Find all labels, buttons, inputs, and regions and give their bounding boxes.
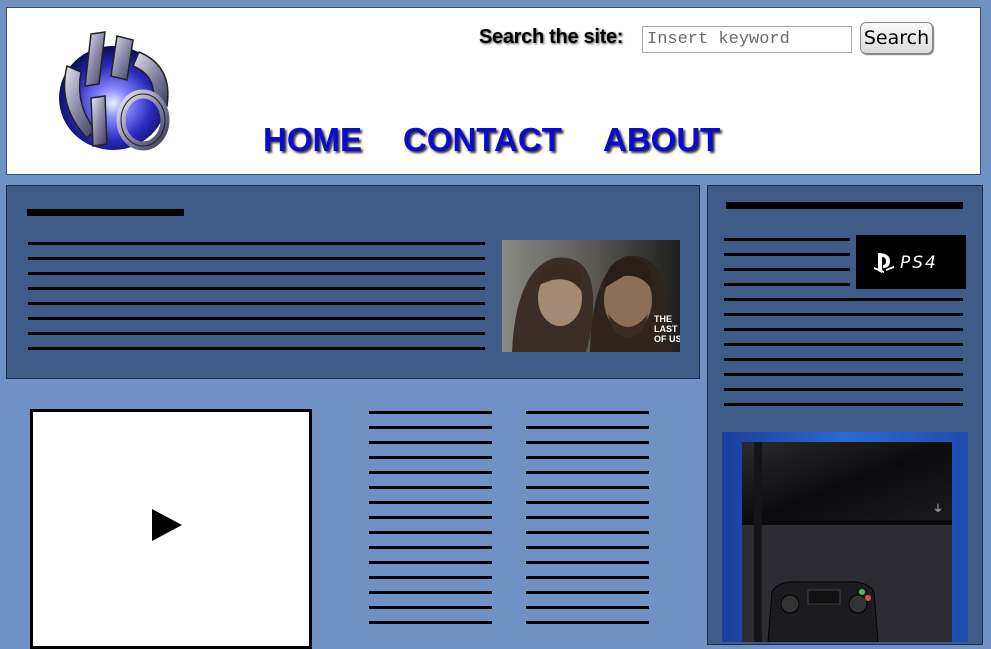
video-player[interactable] <box>30 409 312 649</box>
text-line <box>526 471 649 474</box>
text-line <box>724 358 963 361</box>
text-line <box>28 332 485 335</box>
text-line <box>526 561 649 564</box>
text-line <box>369 576 492 579</box>
tlou-title-1: THE <box>654 314 672 324</box>
text-line <box>724 298 963 301</box>
text-line <box>28 272 485 275</box>
text-line <box>369 546 492 549</box>
text-line <box>369 426 492 429</box>
featured-article-panel: THE LAST OF US <box>6 185 700 379</box>
text-line <box>724 238 850 241</box>
text-line <box>28 317 485 320</box>
text-line <box>724 268 850 271</box>
text-line <box>724 388 963 391</box>
text-line <box>369 606 492 609</box>
text-line <box>724 313 963 316</box>
ps-symbol: ⏚ <box>933 503 943 515</box>
text-line <box>526 501 649 504</box>
article-title-placeholder <box>27 209 184 216</box>
text-line <box>369 531 492 534</box>
text-line <box>526 441 649 444</box>
nav-home-link[interactable]: HOME <box>263 121 362 159</box>
text-line <box>28 257 485 260</box>
play-icon[interactable] <box>152 509 182 541</box>
text-line <box>369 441 492 444</box>
search-button[interactable]: Search <box>860 22 933 54</box>
text-line <box>526 621 649 624</box>
playstation-network-logo[interactable] <box>47 26 179 158</box>
text-line <box>369 501 492 504</box>
text-line <box>369 591 492 594</box>
text-line <box>369 621 492 624</box>
nav-contact-link[interactable]: CONTACT <box>403 121 562 159</box>
text-line <box>724 328 963 331</box>
text-line <box>724 403 963 406</box>
text-line <box>369 486 492 489</box>
text-line <box>526 486 649 489</box>
text-line <box>28 347 485 350</box>
text-line <box>28 242 485 245</box>
sidebar-title-placeholder <box>726 202 963 209</box>
text-line <box>526 516 649 519</box>
text-line <box>724 343 963 346</box>
search-input[interactable] <box>642 26 852 53</box>
sidebar-panel: PS4 ⏚ <box>707 185 983 645</box>
text-line <box>724 253 850 256</box>
the-last-of-us-image[interactable]: THE LAST OF US <box>502 240 680 352</box>
text-line <box>526 531 649 534</box>
text-line <box>526 591 649 594</box>
text-line <box>526 426 649 429</box>
search-label: Search the site: <box>479 26 624 48</box>
nav-about-link[interactable]: ABOUT <box>603 121 720 159</box>
ps4-logo-text: PS4 <box>900 253 938 273</box>
tlou-title-3: OF US <box>654 334 680 344</box>
ps4-logo-icon: PS4 <box>874 253 938 273</box>
text-line <box>369 456 492 459</box>
text-line <box>526 606 649 609</box>
text-line <box>28 302 485 305</box>
text-line <box>526 411 649 414</box>
ps4-console-image[interactable]: ⏚ <box>722 432 968 642</box>
text-line <box>526 576 649 579</box>
text-line <box>28 287 485 290</box>
text-line <box>369 516 492 519</box>
text-line <box>724 283 850 286</box>
text-line <box>724 373 963 376</box>
tlou-title-2: LAST <box>654 324 678 334</box>
site-header: Search the site: Search HOME CONTACT ABO… <box>6 7 981 175</box>
text-line <box>526 546 649 549</box>
text-line <box>526 456 649 459</box>
text-line <box>369 561 492 564</box>
text-line <box>369 411 492 414</box>
ps4-logo-image[interactable]: PS4 <box>856 235 966 289</box>
text-line <box>369 471 492 474</box>
